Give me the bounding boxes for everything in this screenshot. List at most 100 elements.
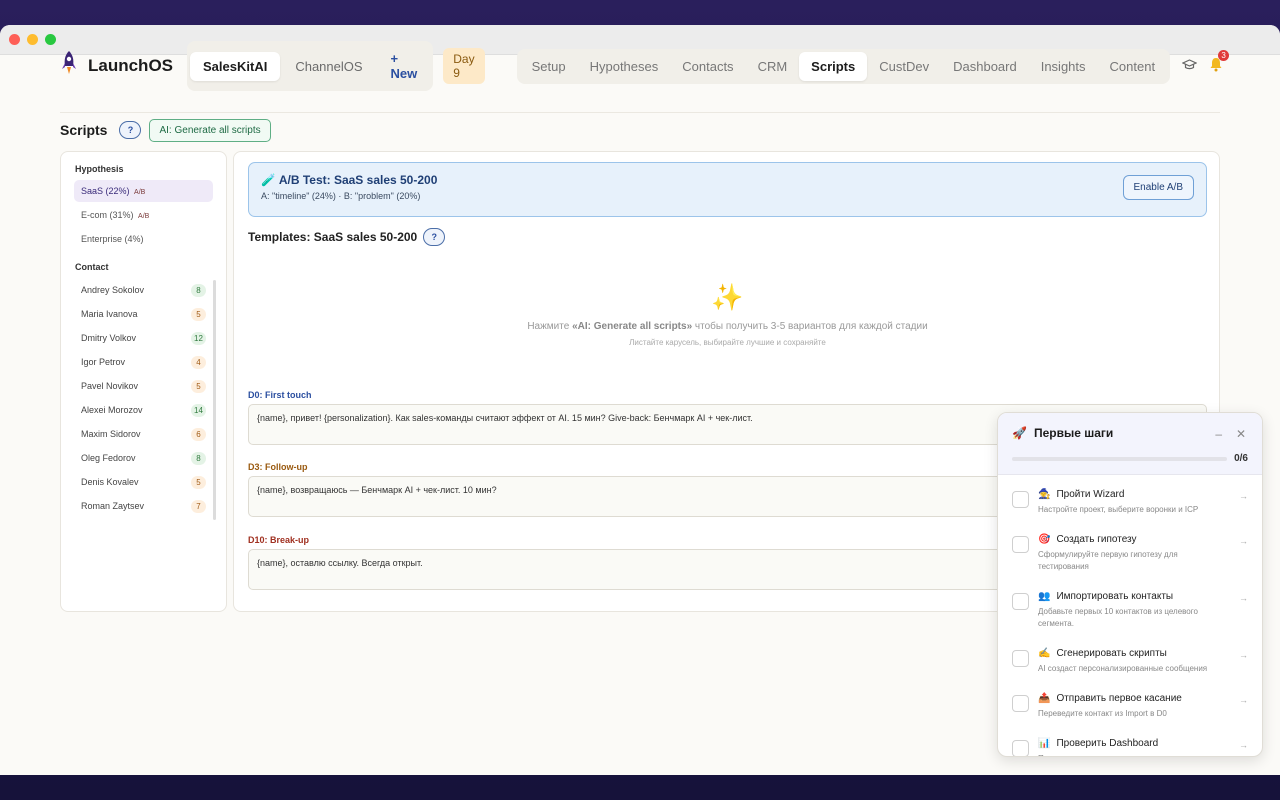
stage-label: D0: First touch (248, 390, 312, 400)
rocket-icon: 🚀 (1012, 426, 1027, 440)
contact-count-badge: 5 (191, 307, 206, 321)
stage-label: D3: Follow-up (248, 462, 308, 472)
nav-tab-contacts[interactable]: Contacts (670, 52, 745, 81)
onboarding-title: 🚀 Первые шаги (1012, 426, 1248, 440)
contact-item[interactable]: Maria Ivanova 5 (74, 302, 213, 326)
nav-tab-crm[interactable]: CRM (746, 52, 800, 81)
ab-tag: A/B (138, 213, 150, 220)
contact-name: Oleg Fedorov (81, 453, 136, 463)
step-title-text: Пройти Wizard (1056, 489, 1125, 500)
hypothesis-item-enterprise[interactable]: Enterprise (4%) (74, 228, 213, 250)
nav-tab-hypotheses[interactable]: Hypotheses (578, 52, 671, 81)
step-icon: 📤 (1038, 693, 1051, 704)
ab-test-title: 🧪 A/B Test: SaaS sales 50-200 (261, 173, 1194, 187)
step-checkbox[interactable] (1012, 491, 1029, 508)
empty-bold: «AI: Generate all scripts» (572, 321, 693, 332)
arrow-right-icon: → (1239, 491, 1248, 501)
close-icon[interactable]: ✕ (1236, 427, 1246, 441)
step-title: ✍️ Сгенерировать скрипты (1038, 648, 1248, 659)
sparkles-icon: ✨ (711, 282, 744, 312)
contact-count-badge: 5 (191, 475, 206, 489)
contact-item[interactable]: Maxim Sidorov 6 (74, 422, 213, 446)
step-title: 🎯 Создать гипотезу (1038, 534, 1248, 545)
nav-tab-dashboard[interactable]: Dashboard (941, 52, 1029, 81)
notification-count-badge: 3 (1218, 49, 1230, 61)
contact-item[interactable]: Igor Petrov 4 (74, 350, 213, 374)
step-title: 🧙 Пройти Wizard (1038, 489, 1248, 500)
contact-count-badge: 14 (191, 403, 206, 417)
contact-count-badge: 5 (191, 379, 206, 393)
app-header: LaunchOS SalesKitAI ChannelOS + New Day … (60, 41, 1230, 91)
contact-item[interactable]: Pavel Novikov 5 (74, 374, 213, 398)
step-checkbox[interactable] (1012, 695, 1029, 712)
contact-count-badge: 8 (191, 283, 206, 297)
step-title: 📤 Отправить первое касание (1038, 693, 1248, 704)
step-description: AI создаст персонализированные сообщения (1038, 664, 1208, 673)
step-title-text: Создать гипотезу (1056, 534, 1137, 545)
contact-item[interactable]: Alexei Morozov 14 (74, 398, 213, 422)
enable-ab-button[interactable]: Enable A/B (1122, 175, 1194, 200)
ab-test-title-text: A/B Test: SaaS sales 50-200 (278, 173, 438, 187)
onboarding-step[interactable]: 📊 Проверить Dashboard Посмотрите метрики и… (1012, 738, 1248, 756)
project-tab-channelos[interactable]: ChannelOS (282, 52, 375, 81)
contact-item[interactable]: Denis Kovalev 5 (74, 470, 213, 494)
onboarding-progress-count: 0/6 (1234, 453, 1248, 464)
logo[interactable]: LaunchOS (60, 50, 173, 82)
page-title-row: Scripts ? AI: Generate all scripts (60, 118, 271, 142)
step-checkbox[interactable] (1012, 536, 1029, 553)
contact-list-scrollbar[interactable] (213, 280, 216, 520)
minimize-icon[interactable]: – (1215, 427, 1222, 441)
onboarding-step[interactable]: 🎯 Создать гипотезу Сформулируйте первую ги… (1012, 534, 1248, 573)
empty-state-hint: Листайте карусель, выбирайте лучшие и со… (629, 338, 826, 347)
rocket-icon (60, 50, 78, 82)
step-title: 📊 Проверить Dashboard (1038, 738, 1248, 749)
contact-item[interactable]: Roman Zaytsev 7 (74, 494, 213, 518)
step-title: 👥 Импортировать контакты (1038, 591, 1248, 602)
arrow-right-icon: → (1239, 593, 1248, 603)
empty-prefix: Нажмите (527, 321, 573, 332)
nav-tab-content[interactable]: Content (1098, 52, 1168, 81)
templates-help-button[interactable]: ? (423, 228, 446, 246)
nav-tab-insights[interactable]: Insights (1029, 52, 1098, 81)
contact-item[interactable]: Dmitry Volkov 12 (74, 326, 213, 350)
help-button[interactable]: ? (119, 121, 142, 139)
onboarding-step[interactable]: 📤 Отправить первое касание Переведите конт… (1012, 693, 1248, 720)
maximize-window-button[interactable] (45, 34, 56, 45)
step-icon: 🎯 (1038, 534, 1051, 545)
step-description: Настройте проект, выберите воронки и ICP (1038, 505, 1199, 514)
test-tube-icon: 🧪 (261, 173, 276, 187)
templates-empty-state: ✨ Нажмите «AI: Generate all scripts» что… (234, 282, 1221, 347)
onboarding-step[interactable]: ✍️ Сгенерировать скрипты AI создаст персон… (1012, 648, 1248, 675)
nav-tab-custdev[interactable]: CustDev (867, 52, 941, 81)
new-project-button[interactable]: + New (378, 44, 431, 88)
contact-name: Igor Petrov (81, 357, 126, 367)
ab-test-subtitle: A: "timeline" (24%) · B: "problem" (20%) (261, 191, 421, 201)
step-checkbox[interactable] (1012, 740, 1029, 756)
project-tab-saleskitai[interactable]: SalesKitAI (190, 51, 281, 81)
graduation-cap-icon[interactable] (1181, 58, 1198, 75)
hypothesis-item-saas[interactable]: SaaS (22%) A/B (74, 180, 213, 202)
contact-name: Alexei Morozov (81, 405, 143, 415)
ai-generate-all-button[interactable]: AI: Generate all scripts (149, 118, 271, 142)
bell-icon[interactable]: 3 (1209, 49, 1230, 76)
onboarding-step[interactable]: 👥 Импортировать контакты Добавьте первых 1… (1012, 591, 1248, 630)
minimize-window-button[interactable] (27, 34, 38, 45)
step-checkbox[interactable] (1012, 650, 1029, 667)
app-name: LaunchOS (88, 56, 174, 75)
onboarding-step[interactable]: 🧙 Пройти Wizard Настройте проект, выберите… (1012, 489, 1248, 516)
hypothesis-item-ecom[interactable]: E-com (31%) A/B (74, 204, 213, 226)
contact-item[interactable]: Oleg Fedorov 8 (74, 446, 213, 470)
page-title: Scripts (60, 122, 108, 138)
step-title-text: Импортировать контакты (1056, 591, 1174, 602)
step-checkbox[interactable] (1012, 593, 1029, 610)
contact-item[interactable]: Andrey Sokolov 8 (74, 278, 213, 302)
arrow-right-icon: → (1239, 536, 1248, 546)
contact-heading: Contact (75, 262, 109, 272)
nav-tab-scripts[interactable]: Scripts (799, 51, 868, 81)
nav-tab-setup[interactable]: Setup (520, 52, 578, 81)
close-window-button[interactable] (9, 34, 20, 45)
hypothesis-label: Enterprise (4%) (81, 234, 144, 244)
step-title-text: Проверить Dashboard (1056, 738, 1159, 749)
contact-list: Andrey Sokolov 8 Maria Ivanova 5 Dmitry Volk… (74, 278, 216, 520)
onboarding-widget: 🚀 Первые шаги – ✕ 0/6 🧙 Пройти Wizard Настр… (997, 412, 1263, 757)
